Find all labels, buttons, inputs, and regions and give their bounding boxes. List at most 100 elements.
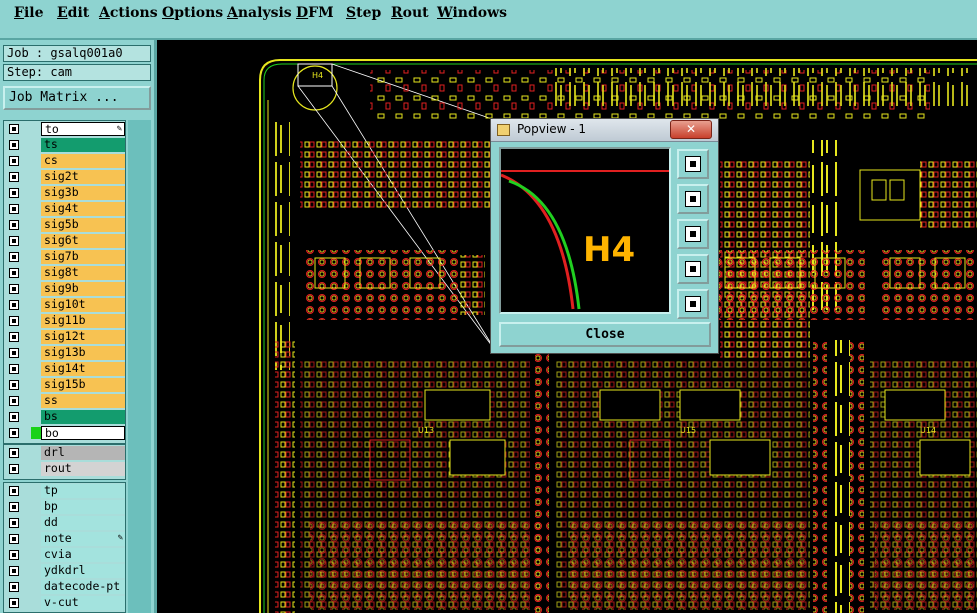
layer-name[interactable]: sig9b (41, 282, 125, 296)
layer-checkbox[interactable] (9, 550, 19, 560)
layer-name[interactable]: sig12t (41, 330, 125, 344)
layer-name[interactable]: bs (41, 410, 125, 424)
layer-name[interactable]: drl (41, 446, 125, 460)
down-icon[interactable] (677, 219, 709, 249)
layer-checkbox[interactable] (9, 502, 19, 512)
layer-row-sig6t[interactable]: sig6t (4, 233, 125, 249)
popview-zoom-view[interactable]: H4 (499, 147, 671, 314)
layer-row-datecode-pt[interactable]: datecode-pt (4, 579, 125, 595)
layer-row-tp[interactable]: tp (4, 483, 125, 499)
layer-row-cs[interactable]: cs (4, 153, 125, 169)
layer-checkbox[interactable] (9, 396, 19, 406)
layer-row-sig8t[interactable]: sig8t (4, 265, 125, 281)
layer-row-sig14t[interactable]: sig14t (4, 361, 125, 377)
layer-checkbox[interactable] (9, 316, 19, 326)
layer-checkbox[interactable] (9, 534, 19, 544)
left-icon[interactable] (677, 254, 709, 284)
layer-row-sig10t[interactable]: sig10t (4, 297, 125, 313)
layer-name[interactable]: sig10t (41, 298, 125, 312)
layer-checkbox[interactable] (9, 204, 19, 214)
right-icon[interactable] (677, 289, 709, 319)
layer-list-scrollbar[interactable] (128, 120, 151, 613)
layer-checkbox[interactable] (9, 428, 19, 438)
layer-name[interactable]: bo (41, 426, 125, 440)
layer-checkbox[interactable] (9, 188, 19, 198)
layer-row-drl[interactable]: drl (4, 445, 125, 461)
layer-row-sig2t[interactable]: sig2t (4, 169, 125, 185)
layer-checkbox[interactable] (9, 518, 19, 528)
layer-checkbox[interactable] (9, 124, 19, 134)
layer-name[interactable]: sig15b (41, 378, 125, 392)
layer-checkbox[interactable] (9, 172, 19, 182)
layer-name[interactable]: note ✎ (41, 532, 125, 546)
layer-checkbox[interactable] (9, 486, 19, 496)
layer-name[interactable]: cvia (41, 548, 125, 562)
layer-checkbox[interactable] (9, 380, 19, 390)
layer-name[interactable]: sig7b (41, 250, 125, 264)
layer-name[interactable]: ts (41, 138, 125, 152)
layer-row-sig3b[interactable]: sig3b (4, 185, 125, 201)
layer-checkbox[interactable] (9, 364, 19, 374)
menu-step[interactable]: Step (346, 5, 381, 21)
layer-row-ts[interactable]: ts (4, 137, 125, 153)
layer-row-bs[interactable]: bs (4, 409, 125, 425)
layer-row-sig9b[interactable]: sig9b (4, 281, 125, 297)
layer-row-to[interactable]: to ✎ (4, 121, 125, 137)
layer-checkbox[interactable] (9, 252, 19, 262)
layer-row-ss[interactable]: ss (4, 393, 125, 409)
layer-row-sig11b[interactable]: sig11b (4, 313, 125, 329)
menu-actions[interactable]: Actions (99, 5, 158, 21)
layer-row-sig5b[interactable]: sig5b (4, 217, 125, 233)
layer-checkbox[interactable] (9, 140, 19, 150)
menu-file[interactable]: File (14, 5, 44, 21)
layer-name[interactable]: rout (41, 462, 125, 476)
layer-name[interactable]: sig6t (41, 234, 125, 248)
fit-icon[interactable] (677, 149, 709, 179)
close-icon[interactable]: ✕ (670, 120, 712, 139)
layer-name[interactable]: sig8t (41, 266, 125, 280)
layer-checkbox[interactable] (9, 284, 19, 294)
menu-windows[interactable]: Windows (437, 5, 507, 21)
menu-options[interactable]: Options (162, 5, 223, 21)
layer-name[interactable]: to ✎ (41, 122, 125, 136)
layer-row-sig15b[interactable]: sig15b (4, 377, 125, 393)
menu-dfm[interactable]: DFM (296, 5, 334, 21)
layer-row-v-cut[interactable]: v-cut (4, 595, 125, 611)
layer-checkbox[interactable] (9, 300, 19, 310)
layer-checkbox[interactable] (9, 598, 19, 608)
layer-checkbox[interactable] (9, 412, 19, 422)
layer-checkbox[interactable] (9, 464, 19, 474)
layer-name[interactable]: dd (41, 516, 125, 530)
layer-checkbox[interactable] (9, 236, 19, 246)
layer-name[interactable]: sig3b (41, 186, 125, 200)
layer-row-note[interactable]: note ✎ (4, 531, 125, 547)
layer-name[interactable]: tp (41, 484, 125, 498)
layer-name[interactable]: bp (41, 500, 125, 514)
layer-name[interactable]: sig14t (41, 362, 125, 376)
popview-titlebar[interactable]: Popview - 1 ✕ (491, 119, 718, 142)
layer-name[interactable]: v-cut (41, 596, 125, 610)
layer-checkbox[interactable] (9, 156, 19, 166)
layer-row-cvia[interactable]: cvia (4, 547, 125, 563)
layer-checkbox[interactable] (9, 582, 19, 592)
layer-row-bp[interactable]: bp (4, 499, 125, 515)
layer-checkbox[interactable] (9, 268, 19, 278)
layer-checkbox[interactable] (9, 332, 19, 342)
layer-row-bo[interactable]: bo (4, 425, 125, 441)
layer-row-sig13b[interactable]: sig13b (4, 345, 125, 361)
layer-name[interactable]: sig2t (41, 170, 125, 184)
job-matrix-button[interactable]: Job Matrix ... (3, 86, 151, 110)
layer-row-sig4t[interactable]: sig4t (4, 201, 125, 217)
layer-row-dd[interactable]: dd (4, 515, 125, 531)
layer-name[interactable]: cs (41, 154, 125, 168)
layer-name[interactable]: ss (41, 394, 125, 408)
layer-name[interactable]: datecode-pt (41, 580, 125, 594)
layer-name[interactable]: sig4t (41, 202, 125, 216)
layer-checkbox[interactable] (9, 566, 19, 576)
layer-checkbox[interactable] (9, 448, 19, 458)
layer-name[interactable]: ydkdrl (41, 564, 125, 578)
layer-checkbox[interactable] (9, 348, 19, 358)
layer-checkbox[interactable] (9, 220, 19, 230)
layer-row-ydkdrl[interactable]: ydkdrl (4, 563, 125, 579)
menu-edit[interactable]: Edit (57, 5, 89, 21)
